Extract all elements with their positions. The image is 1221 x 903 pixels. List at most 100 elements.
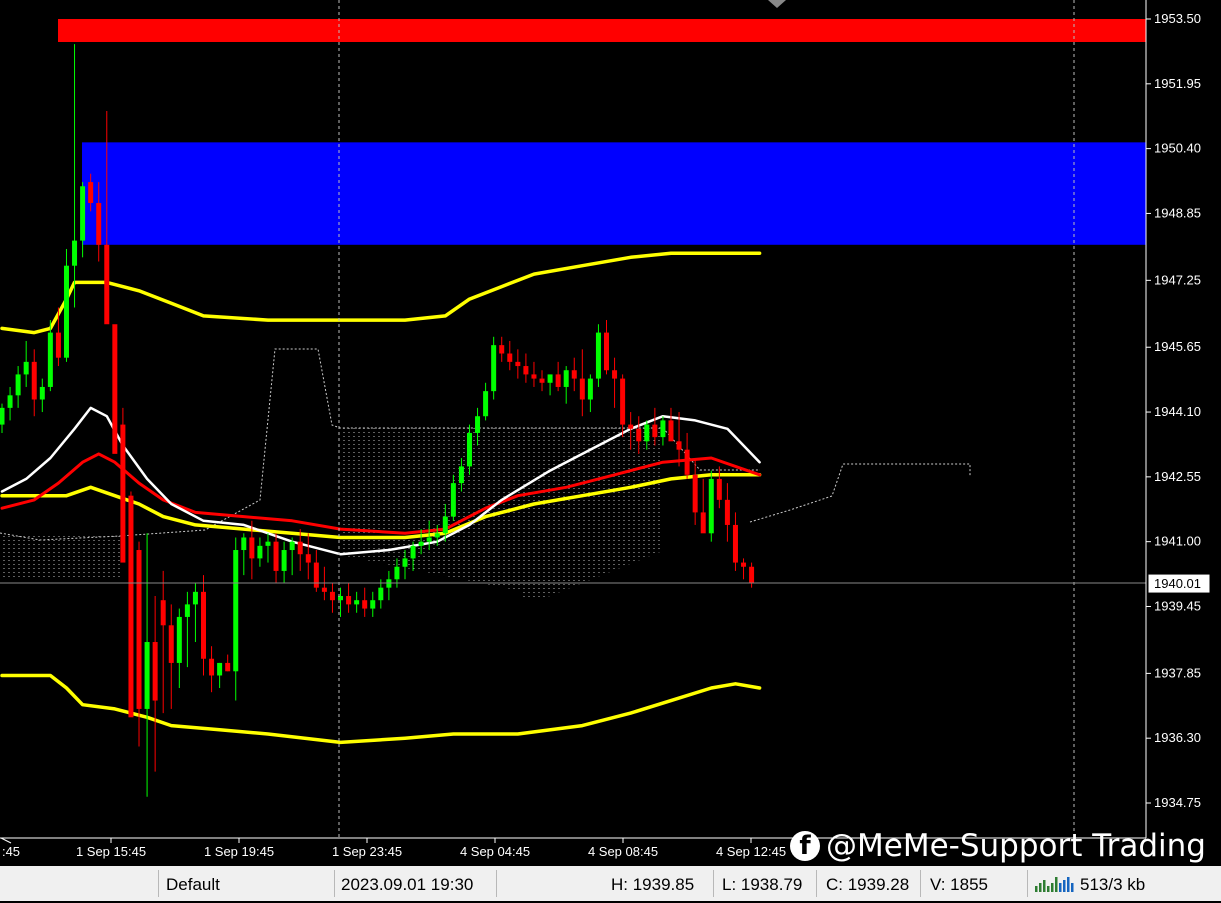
price-tick-label: 1944.10 (1154, 404, 1201, 419)
status-low: L: 1938.79 (722, 875, 803, 894)
candle-body (96, 202, 102, 245)
candle-body (0, 407, 5, 425)
current-price-label: 1940.01 (1154, 576, 1201, 591)
candle-body (660, 420, 666, 438)
candle-body (523, 366, 529, 375)
candle (668, 407, 674, 442)
candle-body (539, 378, 545, 383)
candle (305, 533, 311, 580)
candle (555, 361, 561, 392)
candle (313, 550, 319, 592)
signal-bar (1063, 880, 1066, 892)
candle (700, 478, 706, 534)
candle-body (732, 524, 738, 563)
status-datetime: 2023.09.01 19:30 (341, 875, 474, 894)
candle-body (176, 616, 182, 663)
candle-body (668, 420, 674, 442)
candle (499, 336, 505, 362)
candle-body (313, 562, 319, 588)
candle (466, 424, 472, 475)
candle (120, 407, 126, 563)
candle-body (458, 466, 464, 484)
candle (329, 583, 335, 613)
price-tick-label: 1945.65 (1154, 339, 1201, 354)
candle-body (72, 240, 78, 266)
connection-status-icon[interactable] (1035, 875, 1075, 892)
candle (192, 583, 198, 643)
price-tick-label: 1948.85 (1154, 205, 1201, 220)
candle-body (144, 642, 150, 709)
candle-body (305, 554, 311, 563)
candle-body (362, 600, 368, 609)
candle (660, 416, 666, 446)
candle (370, 591, 376, 617)
price-tick-label: 1953.50 (1154, 11, 1201, 26)
candle (39, 378, 45, 413)
grid-layer (0, 0, 1146, 838)
candle-body (346, 596, 352, 605)
candle (354, 591, 360, 613)
status-traffic: 513/3 kb (1080, 875, 1146, 894)
candle (233, 537, 239, 701)
zones-layer (58, 19, 1146, 245)
candle (475, 407, 481, 446)
candle-body (112, 324, 118, 454)
candle (23, 340, 29, 387)
candle-body (192, 591, 198, 605)
candle-body (265, 541, 271, 546)
candle (595, 324, 601, 387)
status-separator (1027, 870, 1028, 897)
signal-bar (1035, 886, 1038, 892)
time-axis: :45 1 Sep 15:45 1 Sep 19:45 1 Sep 23:45 4 Se… (0, 837, 786, 859)
time-tick-label: 1 Sep 15:45 (76, 844, 146, 859)
candle (483, 382, 489, 421)
price-tick-label: 1936.30 (1154, 730, 1201, 745)
candle-body (152, 642, 158, 701)
candle (160, 570, 166, 714)
candle (523, 353, 529, 383)
status-separator (713, 870, 714, 897)
candle (402, 550, 408, 580)
candle-body (692, 474, 698, 513)
candle (225, 654, 231, 672)
signal-bar (1055, 877, 1058, 892)
signal-bar (1067, 877, 1070, 892)
shift-marker-icon[interactable] (768, 0, 786, 8)
candle (15, 366, 21, 408)
candle-body (55, 332, 61, 358)
supply-zone-blue (82, 142, 1146, 245)
price-tick-label: 1947.25 (1154, 272, 1201, 287)
candle-body (217, 662, 223, 676)
candle-body (515, 361, 521, 367)
candle-body (724, 499, 730, 525)
candle-body (233, 550, 239, 672)
candle-body (700, 512, 706, 534)
candle-body (531, 374, 537, 379)
watermark-text: @MeMe-Support Trading (826, 828, 1206, 864)
candle-body (329, 591, 335, 601)
candle (644, 420, 650, 450)
candle (587, 374, 593, 413)
candle (612, 357, 618, 408)
candle-body (491, 345, 497, 392)
signal-bar (1059, 883, 1062, 892)
price-chart[interactable]: 1953.50 1951.95 1950.40 1948.85 1947.25 1945.… (0, 0, 1221, 866)
price-tick-label: 1950.40 (1154, 141, 1201, 156)
candle-body (201, 591, 206, 659)
candle-body (31, 361, 37, 400)
candle-body (708, 478, 714, 534)
watermark: f @MeMe-Support Trading (790, 826, 1206, 866)
candle-body (426, 537, 432, 542)
moving-average-slow (0, 473, 762, 540)
status-close: C: 1939.28 (826, 875, 910, 894)
status-profile[interactable]: Default (166, 866, 220, 901)
candle-body (120, 424, 126, 563)
bollinger-upper (0, 251, 762, 335)
candle-body (499, 345, 505, 354)
status-volume: V: 1855 (930, 875, 988, 894)
candle-body (160, 600, 166, 626)
time-tick-label: 1 Sep 23:45 (332, 844, 402, 859)
candle-body (39, 386, 45, 400)
price-tick-label: 1942.55 (1154, 469, 1201, 484)
candle (515, 349, 521, 379)
